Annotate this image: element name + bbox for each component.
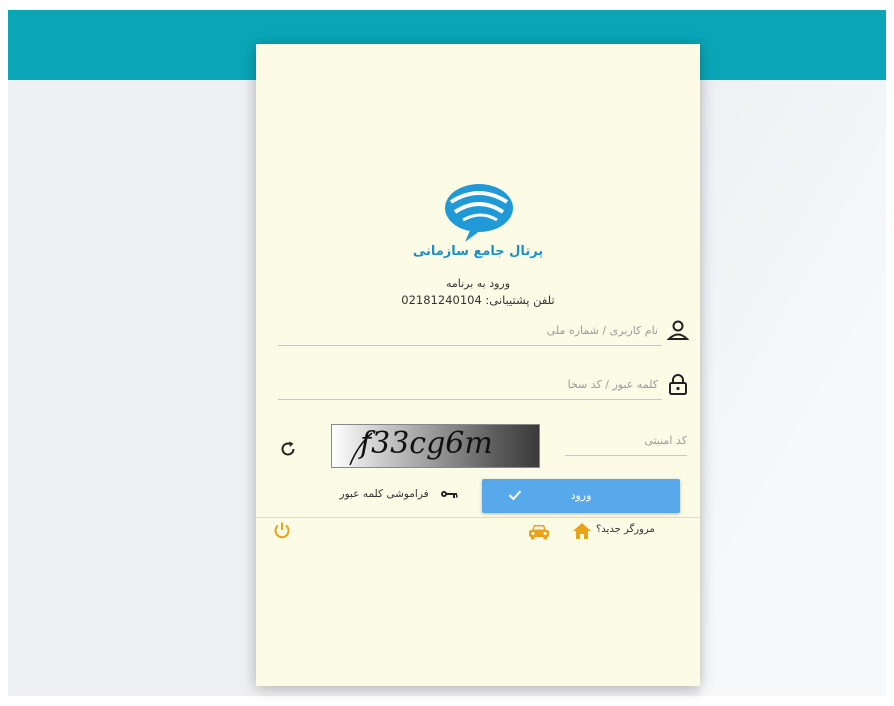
new-browser-link[interactable]: مرورگر جدید؟: [596, 524, 655, 535]
portal-logo: [445, 184, 513, 242]
key-icon: [441, 491, 458, 498]
username-underline: [278, 345, 662, 346]
login-button-label: ورود: [570, 489, 592, 502]
background-shape: [700, 80, 886, 696]
captcha-image: f33cg6m: [331, 424, 540, 468]
support-phone: تلفن پشتیبانی: 02181240104: [401, 293, 555, 307]
password-field: [278, 370, 690, 400]
captcha-underline: [565, 455, 687, 456]
password-input[interactable]: [278, 370, 658, 398]
captcha-input[interactable]: [565, 426, 687, 454]
refresh-icon[interactable]: [278, 439, 298, 459]
password-underline: [278, 399, 662, 400]
user-icon: [666, 320, 690, 340]
page-title: پرتال جامع سازمانی: [412, 244, 544, 259]
home-icon[interactable]: [572, 522, 592, 540]
forgot-password-link[interactable]: فراموشی کلمه عبور: [288, 488, 458, 506]
footer-divider: [256, 517, 700, 518]
captcha-field: [565, 426, 687, 456]
forgot-password-label: فراموشی کلمه عبور: [339, 488, 429, 500]
username-input[interactable]: [278, 316, 658, 344]
captcha-text: f33cg6m: [360, 426, 493, 461]
login-card: پرتال جامع سازمانی ورود به برنامه تلفن پ…: [256, 44, 700, 686]
username-field: [278, 316, 690, 346]
login-subtitle: ورود به برنامه: [445, 277, 511, 290]
login-button[interactable]: ورود: [482, 479, 680, 513]
lock-icon: [669, 374, 687, 395]
car-icon[interactable]: [528, 523, 550, 540]
power-icon[interactable]: [273, 521, 291, 539]
